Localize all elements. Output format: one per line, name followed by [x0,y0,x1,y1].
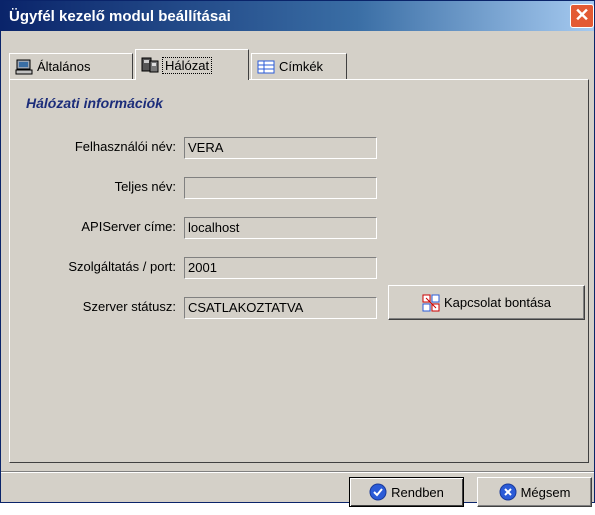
tab-labels[interactable]: Címkék [251,53,347,79]
window-title: Ügyfél kezelő modul beállításai [9,8,231,25]
username-field[interactable]: VERA [184,137,377,159]
tab-network[interactable]: Hálózat [135,49,249,80]
fullname-label: Teljes név: [114,179,176,194]
cancel-button[interactable]: Mégsem [477,477,592,507]
username-label: Felhasználói név: [74,139,176,154]
footer-divider [1,471,594,473]
close-button[interactable]: ✕ [570,4,594,28]
check-icon [369,483,387,501]
service-port-field[interactable]: 2001 [184,257,377,279]
disconnect-icon [422,294,440,312]
fullname-field[interactable] [184,177,377,199]
apiserver-field[interactable]: localhost [184,217,377,239]
disconnect-button[interactable]: Kapcsolat bontása [388,285,585,320]
tab-network-label: Hálózat [161,56,213,74]
cancel-icon [499,483,517,501]
section-title: Hálózati információk [26,95,163,111]
computer-icon [15,59,33,75]
network-icon [141,57,159,73]
tab-general-label: Általános [37,59,91,74]
server-status-field[interactable]: CSATLAKOZTATVA [184,297,377,319]
close-icon: ✕ [574,5,590,25]
service-port-label: Szolgáltatás / port: [68,259,176,274]
tab-labels-label: Címkék [279,59,324,74]
ok-button-label: Rendben [391,484,444,500]
cancel-button-label: Mégsem [520,484,571,500]
disconnect-button-label: Kapcsolat bontása [444,295,551,310]
title-bar[interactable]: Ügyfél kezelő modul beállításai ✕ [1,1,594,31]
tab-general[interactable]: Általános [9,53,133,79]
settings-dialog: Ügyfél kezelő modul beállításai ✕ Általá… [0,0,595,507]
ok-button[interactable]: Rendben [349,477,464,507]
labels-icon [257,59,275,75]
server-status-label: Szerver státusz: [82,299,176,314]
apiserver-label: APIServer címe: [81,219,176,234]
